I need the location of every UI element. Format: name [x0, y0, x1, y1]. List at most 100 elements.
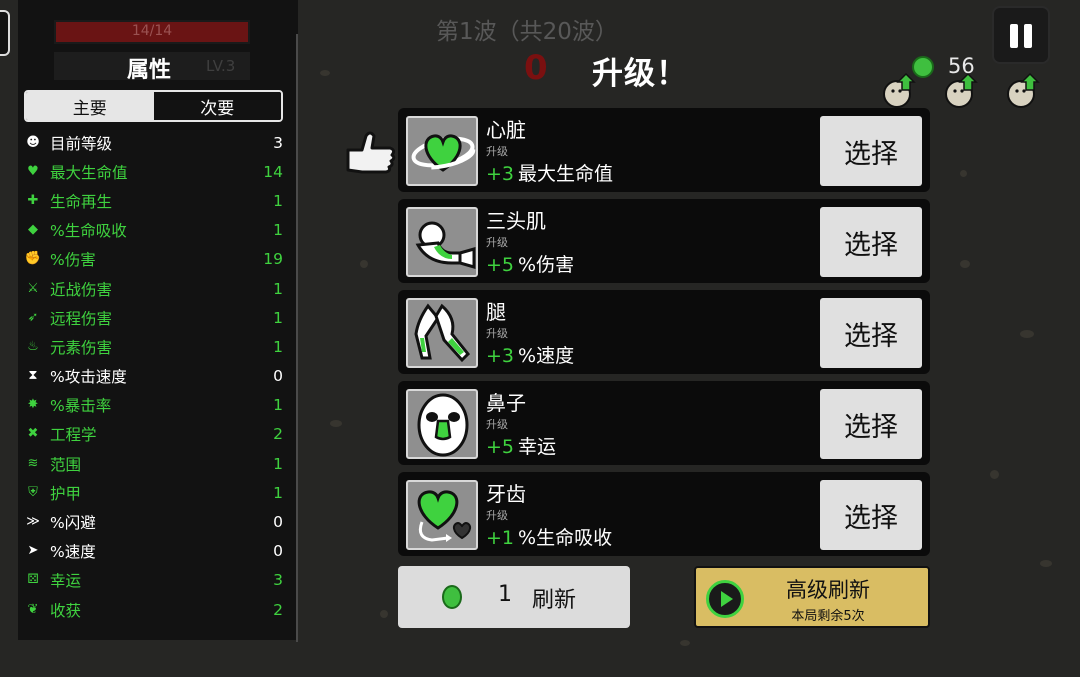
stat-value: 1 [273, 396, 283, 415]
stats-panel: 14/14 属性 LV.3 主要 次要 ☻ 目前等级 3 ♥ 最大生命值 14 ✚ 生命再生 1… [18, 0, 298, 642]
stat-name: %速度 [50, 543, 96, 562]
stat-row[interactable]: ≫ %闪避 0 [24, 507, 283, 536]
panel-divider [296, 34, 298, 642]
stat-value: 0 [273, 513, 283, 532]
stat-name: %伤害 [50, 251, 96, 270]
teeth-icon [406, 480, 478, 550]
harvest-icon: ❦ [27, 601, 39, 617]
stat-value: 19 [263, 250, 283, 269]
stat-row[interactable]: ❦ 收获 2 [24, 595, 283, 624]
stat-name: 收获 [50, 601, 82, 620]
heart-organ-icon [406, 116, 478, 186]
upgrade-effect: +5 幸运 [486, 432, 556, 459]
pause-button[interactable] [992, 6, 1050, 64]
stat-row[interactable]: ✚ 生命再生 1 [24, 186, 283, 215]
stat-row[interactable]: ✖ 工程学 2 [24, 420, 283, 449]
choose-button[interactable]: 选择 [820, 298, 922, 368]
pause-icon [1010, 24, 1018, 48]
wave-indicator: 第1波（共20波） [436, 19, 618, 45]
lifesteal-icon: ◆ [28, 222, 38, 238]
stat-value: 3 [273, 133, 283, 152]
stat-row[interactable]: ◆ %生命吸收 1 [24, 216, 283, 245]
reroll-button[interactable]: 1 刷新 [398, 566, 630, 628]
pending-levelup-icon [945, 72, 978, 108]
stat-name: %生命吸收 [50, 222, 127, 241]
upgrade-card-nose: 鼻子 升级 +5 幸运 选择 [398, 381, 930, 465]
stat-name: 元素伤害 [50, 338, 113, 357]
stat-row[interactable]: ≋ 范围 1 [24, 449, 283, 478]
regen-icon: ✚ [27, 192, 39, 208]
stat-name: 范围 [50, 455, 82, 474]
choose-button[interactable]: 选择 [820, 116, 922, 186]
upgrade-stat: 幸运 [518, 436, 557, 458]
material-coin-icon [442, 585, 462, 609]
choose-button[interactable]: 选择 [820, 207, 922, 277]
upgrade-tier: 升级 [486, 418, 508, 431]
upgrade-stat: 最大生命值 [518, 163, 614, 185]
stat-row[interactable]: ☻ 目前等级 3 [24, 128, 283, 157]
reroll-label: 刷新 [532, 588, 577, 613]
upgrade-amount: +5 [486, 436, 515, 458]
tab-primary[interactable]: 主要 [26, 92, 154, 120]
upgrade-card-triceps: 三头肌 升级 +5 %伤害 选择 [398, 199, 930, 283]
stat-row[interactable]: ♨ 元素伤害 1 [24, 332, 283, 361]
level-up-title: 升级！ [592, 56, 688, 92]
stat-row[interactable]: ⚔ 近战伤害 1 [24, 274, 283, 303]
stat-row[interactable]: ⛨ 护甲 1 [24, 478, 283, 507]
premium-reroll-button[interactable]: 高级刷新 本局剩余5次 [694, 566, 930, 628]
upgrade-effect: +3 最大生命值 [486, 159, 613, 186]
tab-secondary[interactable]: 次要 [153, 92, 281, 120]
stat-tabs: 主要 次要 [24, 90, 283, 122]
upgrade-name: 三头肌 [486, 209, 546, 233]
upgrade-effect: +3 %速度 [486, 341, 574, 368]
upgrade-card-legs: 腿 升级 +3 %速度 选择 [398, 290, 930, 374]
stat-row[interactable]: ⚄ 幸运 3 [24, 566, 283, 595]
stat-row[interactable]: ⧗ %攻击速度 0 [24, 362, 283, 391]
choose-button[interactable]: 选择 [820, 480, 922, 550]
upgrade-name: 心脏 [486, 118, 526, 142]
stat-name: 幸运 [50, 572, 82, 591]
hp-bar: 14/14 [54, 20, 250, 44]
stat-name: 护甲 [50, 484, 82, 503]
stat-value: 1 [273, 483, 283, 502]
stat-name: 工程学 [50, 426, 97, 445]
stat-name: 远程伤害 [50, 309, 113, 328]
hp-text: 14/14 [131, 23, 173, 39]
stat-name: %闪避 [50, 514, 96, 533]
luck-icon: ⚄ [27, 572, 39, 588]
stat-row[interactable]: ♥ 最大生命值 14 [24, 157, 283, 186]
stat-value: 2 [273, 600, 283, 619]
ranged-icon: ➶ [27, 309, 39, 325]
wave-timer: 0 [524, 48, 548, 88]
stat-value: 0 [273, 367, 283, 386]
damage-icon: ✊ [24, 251, 42, 267]
player-level: LV.3 [206, 57, 236, 75]
side-menu-tab[interactable] [0, 10, 10, 56]
stat-value: 1 [273, 191, 283, 210]
stat-row[interactable]: ✊ %伤害 19 [24, 245, 283, 274]
stat-name: 最大生命值 [50, 163, 128, 182]
premium-reroll-remaining: 本局剩余5次 [791, 609, 865, 624]
stat-name: %暴击率 [50, 397, 112, 416]
upgrade-tier: 升级 [486, 509, 508, 522]
pause-icon [1024, 24, 1032, 48]
stat-name: 近战伤害 [50, 280, 113, 299]
range-icon: ≋ [27, 455, 39, 471]
stat-name: 生命再生 [50, 192, 113, 211]
stat-value: 14 [263, 162, 283, 181]
stat-value: 1 [273, 221, 283, 240]
stat-row[interactable]: ➶ 远程伤害 1 [24, 303, 283, 332]
attack-speed-icon: ⧗ [28, 368, 38, 384]
upgrade-amount: +3 [486, 345, 515, 367]
triceps-icon [406, 207, 478, 277]
stat-name: %攻击速度 [50, 368, 127, 387]
stat-value: 2 [273, 425, 283, 444]
pending-levelup-icon [1007, 72, 1040, 108]
stat-row[interactable]: ✸ %暴击率 1 [24, 391, 283, 420]
stat-row[interactable]: ➤ %速度 0 [24, 537, 283, 566]
stat-value: 1 [273, 454, 283, 473]
upgrade-name: 鼻子 [486, 391, 526, 415]
premium-reroll-title: 高级刷新 [786, 578, 870, 602]
choose-button[interactable]: 选择 [820, 389, 922, 459]
stat-value: 3 [273, 571, 283, 590]
